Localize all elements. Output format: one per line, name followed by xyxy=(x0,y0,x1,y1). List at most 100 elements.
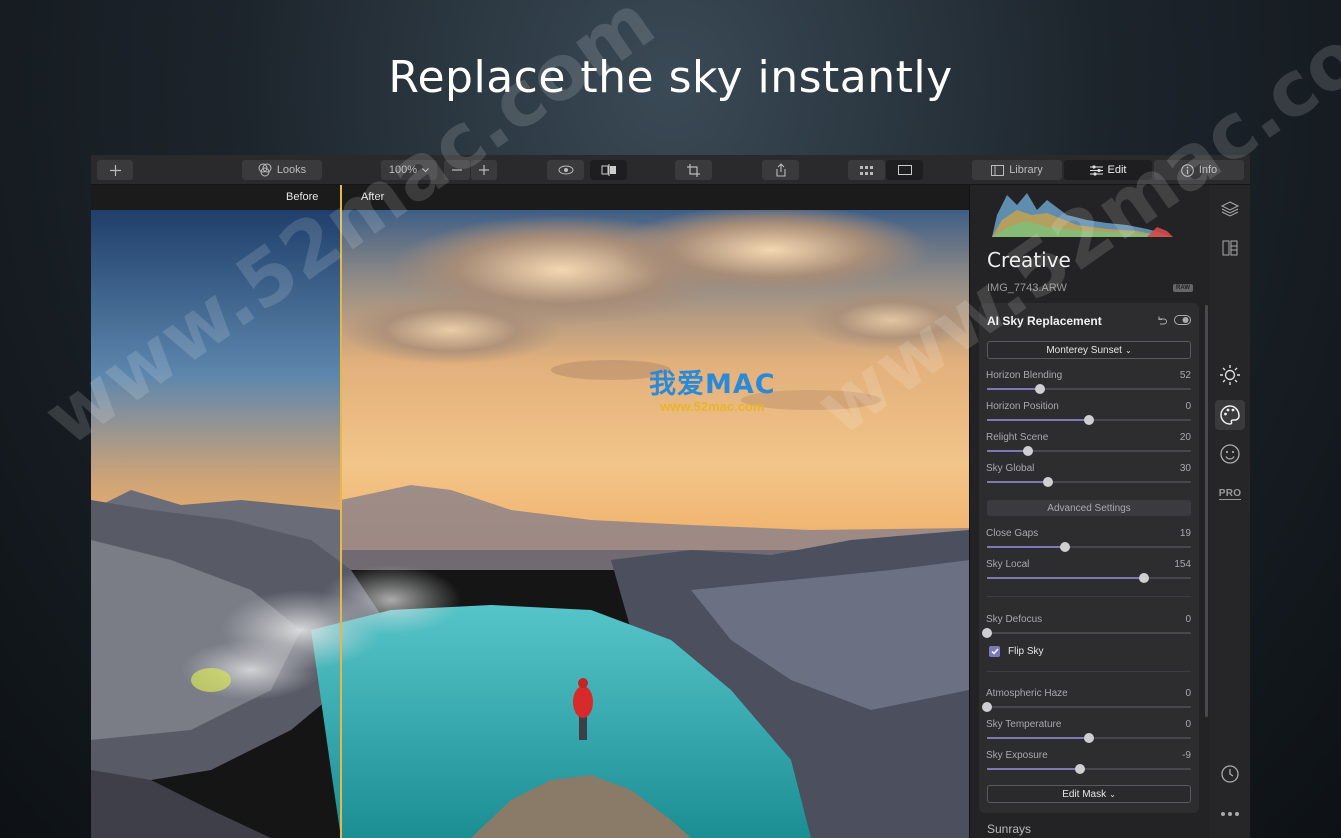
sky-global-label: Sky Global xyxy=(986,463,1035,474)
slider-knob[interactable] xyxy=(1084,415,1094,425)
image-canvas[interactable]: Before After 我爱MAC www.52mac.com xyxy=(91,185,969,838)
single-image-icon xyxy=(897,165,912,175)
slider-knob[interactable] xyxy=(1059,542,1070,552)
photo-image xyxy=(91,210,969,838)
crop-icon xyxy=(687,163,700,177)
site-logo: 我爱MAC www.52mac.com xyxy=(649,362,776,414)
horizon-blending-label: Horizon Blending xyxy=(986,370,1063,381)
checkmark-icon xyxy=(991,648,999,655)
slider-knob[interactable] xyxy=(982,702,992,712)
grid-view-button[interactable] xyxy=(848,160,885,180)
face-icon[interactable] xyxy=(1219,443,1241,465)
zoom-out-button[interactable] xyxy=(444,160,470,180)
horizon-position-slider[interactable] xyxy=(987,415,1191,425)
plus-icon xyxy=(109,164,121,176)
tab-info[interactable]: Info xyxy=(1154,160,1244,180)
looks-button[interactable]: Looks xyxy=(242,160,322,180)
panel-scrollbar[interactable] xyxy=(1205,305,1208,717)
sky-exposure-label: Sky Exposure xyxy=(986,750,1048,761)
compare-button[interactable] xyxy=(590,160,627,180)
edit-panel: Creative IMG_7743.ARW RAW AI Sky Replace… xyxy=(969,185,1209,838)
zoom-dropdown[interactable]: 100% xyxy=(381,160,437,180)
sky-local-slider[interactable] xyxy=(987,573,1191,583)
close-gaps-label: Close Gaps xyxy=(986,528,1039,539)
slider-fill xyxy=(987,450,1028,452)
slider-fill xyxy=(987,481,1049,483)
slider-knob[interactable] xyxy=(1022,446,1033,456)
preview-button[interactable] xyxy=(547,160,584,180)
sky-local-label: Sky Local xyxy=(986,559,1030,570)
chevron-down-icon: ⌄ xyxy=(1109,789,1116,799)
image-filename: IMG_7743.ARW xyxy=(987,282,1067,294)
sky-defocus-slider[interactable] xyxy=(982,628,1191,638)
after-label: After xyxy=(361,191,385,203)
slider-knob[interactable] xyxy=(1043,477,1054,487)
separator xyxy=(987,671,1191,672)
slider-knob[interactable] xyxy=(1139,573,1150,583)
sky-temperature-value: 0 xyxy=(1185,719,1191,730)
relight-scene-slider[interactable] xyxy=(987,446,1191,456)
layers-icon[interactable] xyxy=(1219,198,1241,220)
tab-library[interactable]: Library xyxy=(972,160,1062,180)
site-logo-url: www.52mac.com xyxy=(660,399,765,414)
single-view-button[interactable] xyxy=(886,160,923,180)
creative-palette-icon[interactable] xyxy=(1215,400,1245,430)
atmospheric-haze-label: Atmospheric Haze xyxy=(986,688,1068,699)
horizon-position-label: Horizon Position xyxy=(986,401,1059,412)
horizon-blending-value: 52 xyxy=(1179,370,1191,381)
toolbar: Looks 100% Library Edit Info xyxy=(91,155,1250,185)
sliders-icon xyxy=(1089,164,1103,176)
plus-icon xyxy=(479,165,489,175)
ai-sky-replacement-card: AI Sky Replacement Monterey Sunset ⌄ Hor… xyxy=(979,303,1199,813)
slider-knob[interactable] xyxy=(1084,733,1094,743)
slider-fill xyxy=(987,388,1041,390)
undo-icon[interactable] xyxy=(1156,315,1167,326)
sky-preset-value: Monterey Sunset xyxy=(1046,344,1122,356)
share-button[interactable] xyxy=(762,160,799,180)
relight-scene-label: Relight Scene xyxy=(986,432,1049,443)
slider-fill xyxy=(987,546,1065,548)
slider-fill xyxy=(987,419,1089,421)
flip-sky-checkbox[interactable] xyxy=(989,646,1000,657)
before-after-divider[interactable] xyxy=(340,185,342,838)
atmospheric-haze-slider[interactable] xyxy=(982,702,1191,712)
close-gaps-slider[interactable] xyxy=(987,542,1191,552)
atmospheric-haze-value: 0 xyxy=(1185,688,1191,699)
crop-button[interactable] xyxy=(675,160,712,180)
more-icon[interactable] xyxy=(1219,803,1241,825)
card-title: AI Sky Replacement xyxy=(987,314,1102,328)
horizon-blending-slider[interactable] xyxy=(987,384,1191,394)
close-gaps-value: 19 xyxy=(1179,528,1191,539)
next-section-sunrays[interactable]: Sunrays xyxy=(987,822,1031,836)
sun-icon[interactable] xyxy=(1219,364,1241,386)
library-icon xyxy=(991,164,1005,176)
split-view-icon xyxy=(601,164,616,176)
advanced-settings-button[interactable]: Advanced Settings xyxy=(987,500,1191,516)
slider-knob[interactable] xyxy=(1074,764,1085,774)
landscape-photo xyxy=(91,210,969,838)
histogram xyxy=(992,193,1173,237)
pro-icon[interactable]: PRO xyxy=(1218,483,1242,505)
edit-mask-dropdown[interactable]: Edit Mask ⌄ xyxy=(987,785,1191,803)
toggle-icon[interactable] xyxy=(1174,315,1191,325)
advanced-settings-label: Advanced Settings xyxy=(1047,502,1131,514)
slider-knob[interactable] xyxy=(1035,384,1046,394)
slider-fill xyxy=(987,577,1145,579)
add-button[interactable] xyxy=(97,160,133,180)
sky-preset-dropdown[interactable]: Monterey Sunset ⌄ xyxy=(987,341,1191,359)
tab-edit[interactable]: Edit xyxy=(1064,160,1152,180)
sky-exposure-slider[interactable] xyxy=(987,764,1191,774)
before-label: Before xyxy=(286,191,319,203)
slider-knob[interactable] xyxy=(982,628,992,638)
sky-global-slider[interactable] xyxy=(987,477,1191,487)
presets-icon[interactable] xyxy=(1219,237,1241,259)
sky-temperature-slider[interactable] xyxy=(987,733,1191,743)
separator xyxy=(987,596,1191,597)
app-window: Looks 100% Library Edit Info Before Afte… xyxy=(91,155,1250,838)
zoom-in-button[interactable] xyxy=(471,160,497,180)
slider-fill xyxy=(987,768,1080,770)
eye-icon xyxy=(558,165,573,175)
minus-icon xyxy=(452,169,462,171)
history-icon[interactable] xyxy=(1219,763,1241,785)
flip-sky-label: Flip Sky xyxy=(1008,646,1044,657)
